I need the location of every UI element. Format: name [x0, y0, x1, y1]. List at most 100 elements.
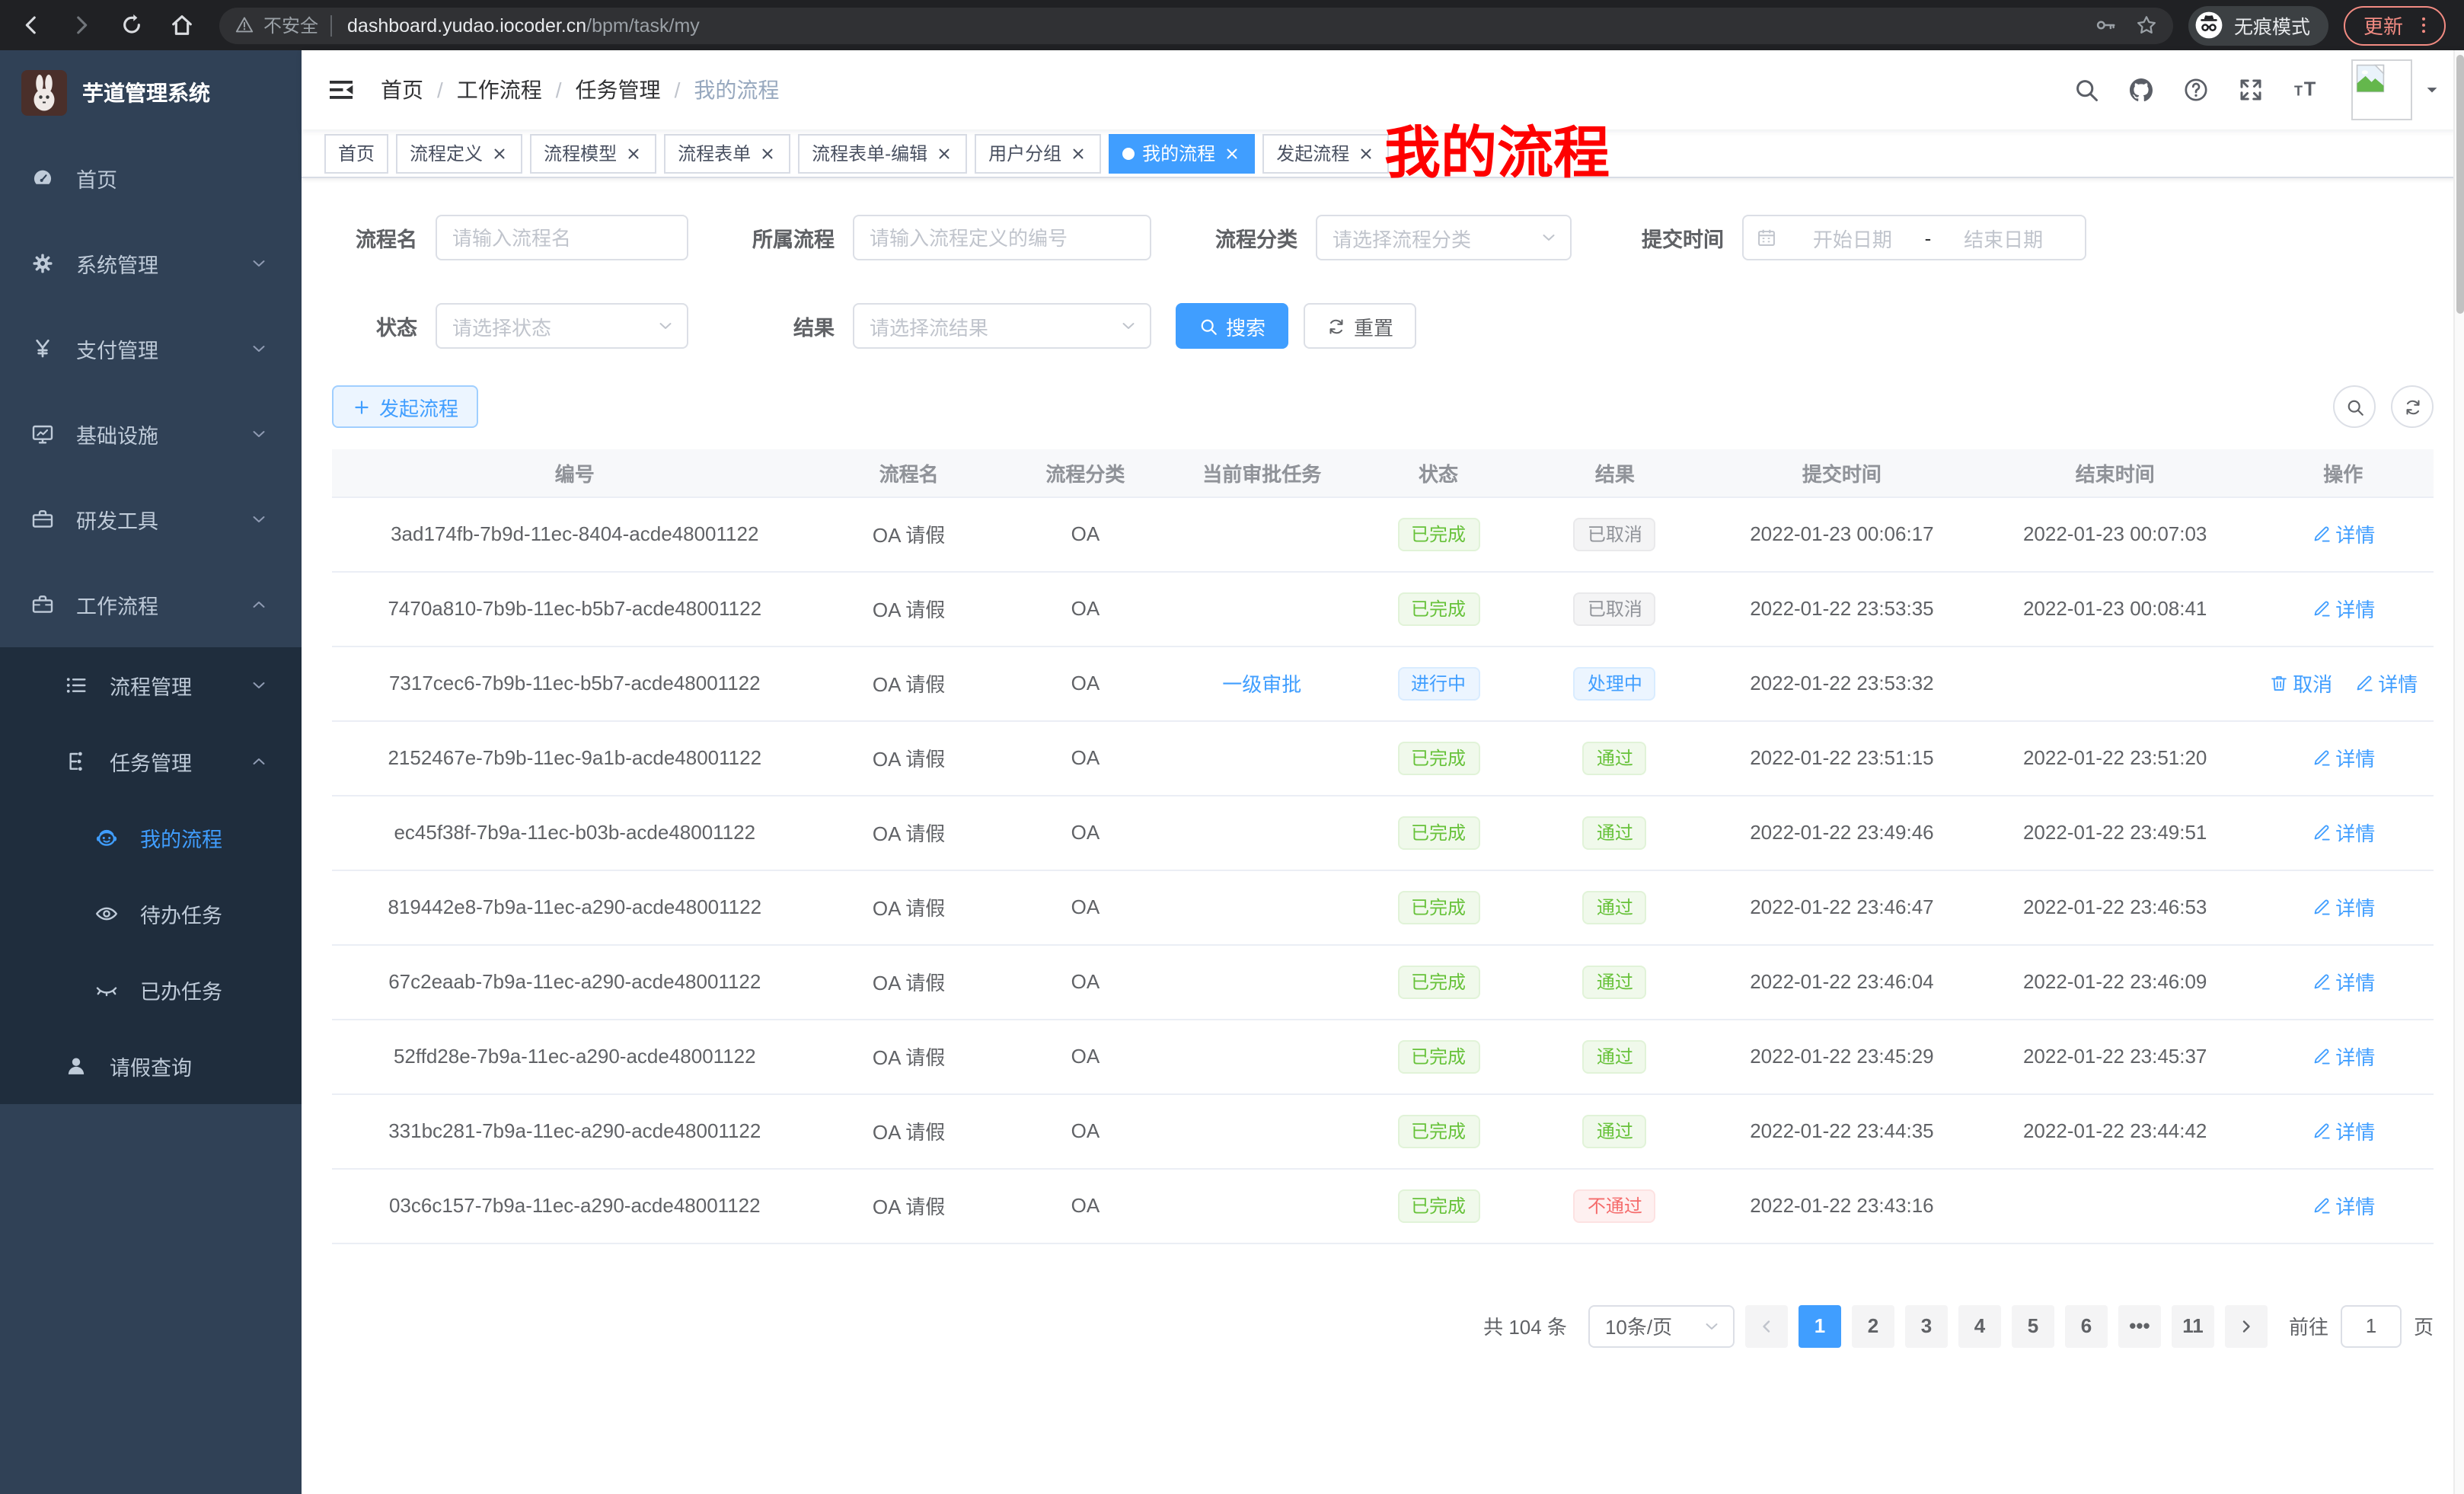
cancel-link[interactable]: 取消: [2268, 669, 2332, 698]
process-definition-input[interactable]: [853, 215, 1151, 260]
sidebar-item-infrastructure[interactable]: 基础设施: [0, 391, 302, 477]
sidebar-item-leave-query[interactable]: 请假查询: [0, 1028, 302, 1104]
goto-page-input[interactable]: [2341, 1304, 2402, 1347]
process-name-input[interactable]: [436, 215, 688, 260]
tab-create-process[interactable]: 发起流程: [1262, 133, 1389, 173]
cell-end-time: [1977, 646, 2253, 720]
tab-my-process[interactable]: 我的流程: [1109, 133, 1255, 173]
tab-close-icon[interactable]: [1223, 144, 1241, 162]
page-size-value: 10条/页: [1605, 1311, 1672, 1340]
scrollbar[interactable]: [2453, 50, 2464, 1494]
detail-link[interactable]: 详情: [2311, 1116, 2375, 1145]
process-category-select[interactable]: 请选择流程分类: [1316, 215, 1572, 260]
reload-icon[interactable]: [119, 12, 145, 38]
detail-link[interactable]: 详情: [2311, 594, 2375, 623]
breadcrumb-item[interactable]: 首页: [381, 75, 423, 105]
question-icon[interactable]: [2182, 76, 2210, 104]
detail-link[interactable]: 详情: [2354, 669, 2418, 698]
forward-icon[interactable]: [69, 12, 94, 38]
page-button-1[interactable]: 1: [1799, 1304, 1841, 1347]
password-key-icon[interactable]: [2094, 14, 2117, 37]
result-select[interactable]: 请选择流结果: [853, 303, 1151, 349]
page-size-select[interactable]: 10条/页: [1588, 1304, 1735, 1347]
detail-link[interactable]: 详情: [2311, 743, 2375, 772]
tab-close-icon[interactable]: [624, 144, 643, 162]
cell-id: 52ffd28e-7b9a-11ec-a290-acde48001122: [332, 1019, 818, 1093]
result-badge: 处理中: [1574, 666, 1656, 700]
scrollbar-thumb[interactable]: [2456, 55, 2464, 314]
sidebar-item-workflow[interactable]: 工作流程: [0, 562, 302, 647]
update-browser-button[interactable]: 更新: [2344, 5, 2446, 45]
detail-link[interactable]: 详情: [2311, 892, 2375, 921]
tab-close-icon[interactable]: [490, 144, 509, 162]
tab-close-icon[interactable]: [758, 144, 777, 162]
tab-process-definition[interactable]: 流程定义: [396, 133, 522, 173]
page-button-6[interactable]: 6: [2065, 1304, 2108, 1347]
sidebar-item-home[interactable]: 首页: [0, 136, 302, 221]
sidebar-item-label: 流程管理: [110, 670, 192, 701]
tab-user-group[interactable]: 用户分组: [975, 133, 1101, 173]
cell-current-task: [1170, 496, 1353, 571]
page-button-3[interactable]: 3: [1905, 1304, 1948, 1347]
filter-row-2: 状态 请选择状态 结果 请选择流结果: [332, 303, 2434, 349]
sidebar-item-process-management[interactable]: 流程管理: [0, 647, 302, 723]
detail-link[interactable]: 详情: [2311, 1191, 2375, 1220]
cell-submit-time: 2022-01-22 23:45:29: [1706, 1019, 1977, 1093]
page-button-5[interactable]: 5: [2012, 1304, 2054, 1347]
back-icon[interactable]: [18, 12, 44, 38]
tab-close-icon[interactable]: [1069, 144, 1087, 162]
sidebar-item-system-management[interactable]: 系统管理: [0, 221, 302, 306]
refresh-table-button[interactable]: [2391, 385, 2434, 428]
tab-close-icon[interactable]: [935, 144, 953, 162]
browser-menu-icon[interactable]: [2412, 14, 2435, 37]
avatar-caret-icon[interactable]: [2421, 79, 2443, 101]
detail-link[interactable]: 详情: [2311, 967, 2375, 996]
page-button-11[interactable]: 11: [2172, 1304, 2214, 1347]
search-icon[interactable]: [2073, 76, 2100, 104]
next-page-button[interactable]: [2225, 1304, 2268, 1347]
breadcrumb-item[interactable]: 任务管理: [576, 75, 661, 105]
tab-process-model[interactable]: 流程模型: [530, 133, 656, 173]
status-select[interactable]: 请选择状态: [436, 303, 688, 349]
reset-button[interactable]: 重置: [1304, 303, 1416, 349]
fullscreen-icon[interactable]: [2237, 76, 2265, 104]
submit-time-range-picker[interactable]: 开始日期 - 结束日期: [1742, 215, 2086, 260]
app-logo-row[interactable]: 芋道管理系统: [0, 50, 302, 136]
page-button-4[interactable]: 4: [1958, 1304, 2001, 1347]
pager-more-button[interactable]: •••: [2118, 1304, 2161, 1347]
sidebar-item-dev-tools[interactable]: 研发工具: [0, 477, 302, 562]
github-icon[interactable]: [2127, 76, 2155, 104]
avatar[interactable]: [2351, 59, 2412, 120]
detail-link[interactable]: 详情: [2311, 519, 2375, 548]
current-task-link[interactable]: 一级审批: [1222, 673, 1301, 696]
sidebar-item-todo-task[interactable]: 待办任务: [0, 876, 302, 952]
cell-submit-time: 2022-01-22 23:53:35: [1706, 571, 1977, 646]
cell-actions: 取消详情: [2252, 646, 2434, 720]
tab-close-icon[interactable]: [1357, 144, 1375, 162]
sidebar-item-task-management[interactable]: 任务管理: [0, 723, 302, 800]
column-header: 编号: [332, 449, 818, 496]
detail-link[interactable]: 详情: [2311, 818, 2375, 847]
fontsize-icon[interactable]: TT: [2292, 76, 2319, 104]
address-bar[interactable]: 不安全 dashboard.yudao.iocoder.cn /bpm/task…: [219, 7, 2173, 43]
tab-process-form[interactable]: 流程表单: [664, 133, 790, 173]
sidebar-item-label: 请假查询: [110, 1051, 192, 1081]
sidebar-item-payment-management[interactable]: 支付管理: [0, 306, 302, 391]
sidebar-item-done-task[interactable]: 已办任务: [0, 952, 302, 1028]
result-badge: 通过: [1583, 1114, 1647, 1148]
tab-home[interactable]: 首页: [324, 133, 388, 173]
sidebar-fold-icon[interactable]: [326, 75, 356, 105]
tab-process-form-edit[interactable]: 流程表单-编辑: [798, 133, 967, 173]
show-search-button[interactable]: [2333, 385, 2376, 428]
gear-icon: [30, 251, 55, 276]
page-button-2[interactable]: 2: [1852, 1304, 1894, 1347]
create-process-button[interactable]: 发起流程: [332, 385, 478, 428]
prev-page-button[interactable]: [1745, 1304, 1788, 1347]
detail-link[interactable]: 详情: [2311, 1042, 2375, 1071]
sidebar-item-my-process[interactable]: 我的流程: [0, 800, 302, 876]
home-icon[interactable]: [169, 12, 195, 38]
breadcrumb-item[interactable]: 工作流程: [457, 75, 542, 105]
bookmark-star-icon[interactable]: [2135, 14, 2158, 37]
search-button[interactable]: 搜索: [1176, 303, 1288, 349]
cell-result: 通过: [1524, 870, 1706, 944]
